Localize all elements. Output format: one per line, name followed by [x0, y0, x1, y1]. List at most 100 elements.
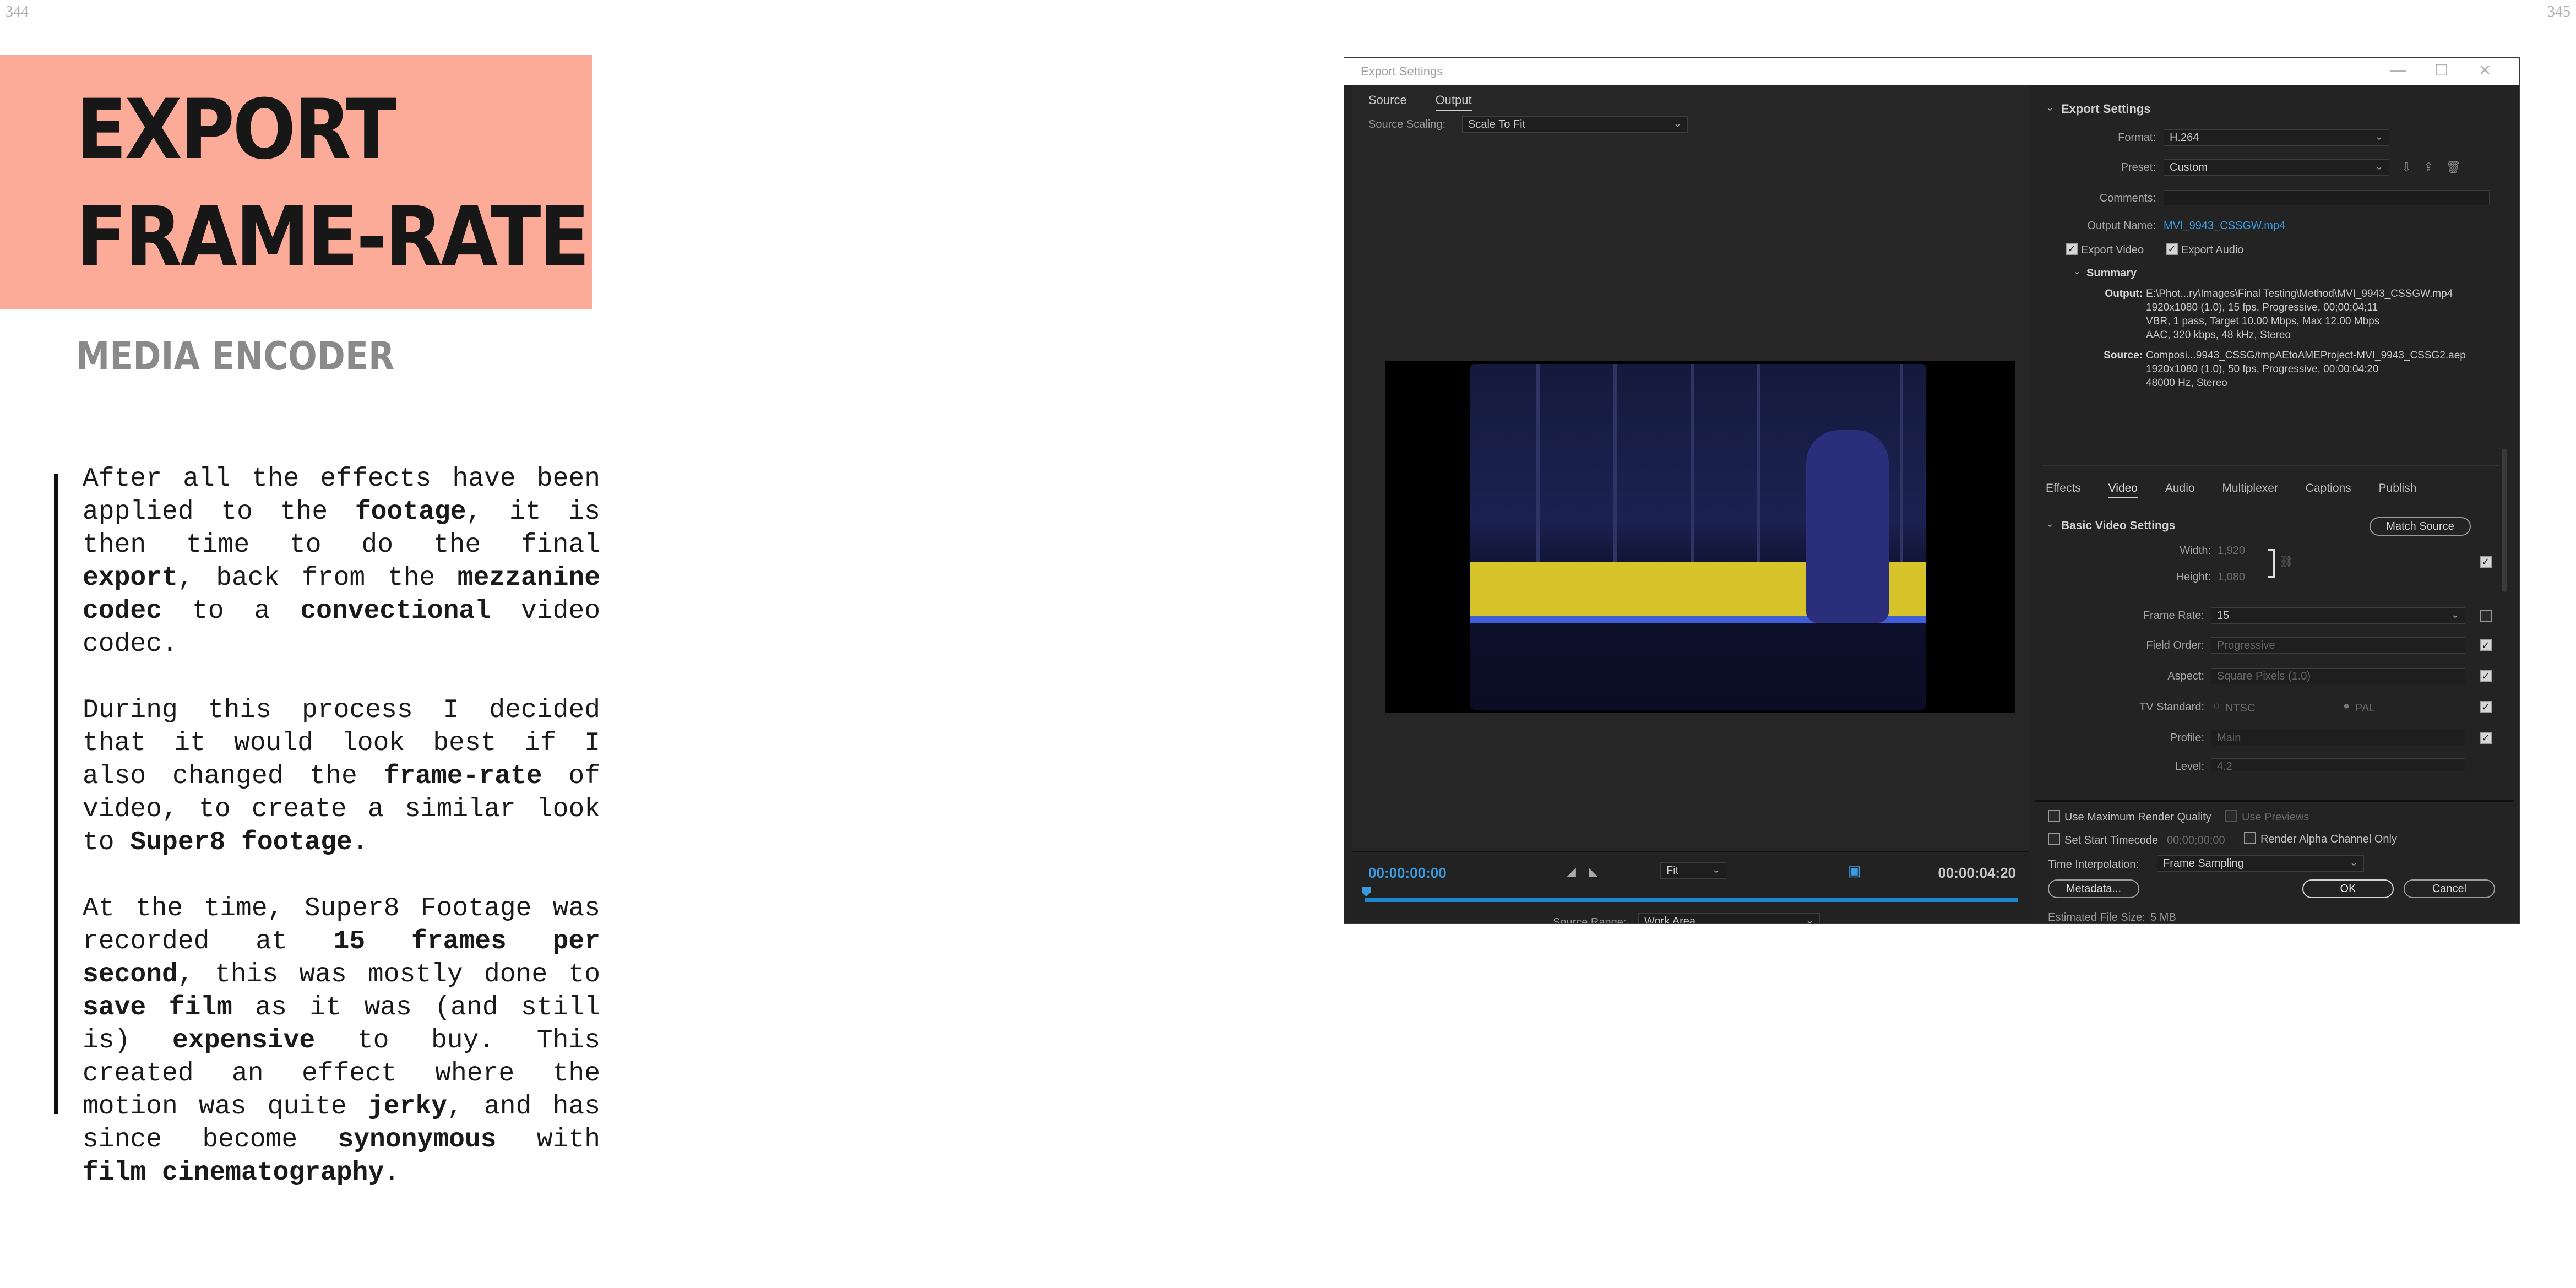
- preset-label: Preset:: [2121, 161, 2156, 173]
- tab-output[interactable]: Output: [1435, 93, 1472, 111]
- collapse-icon[interactable]: ⌄: [2046, 518, 2054, 530]
- import-preset-icon[interactable]: ⇪: [2423, 160, 2433, 175]
- bold-run: jerky: [367, 1092, 447, 1122]
- format-value: H.264: [2170, 132, 2199, 144]
- collapse-icon[interactable]: ⌄: [2046, 102, 2054, 113]
- alpha-only-checkbox[interactable]: [2244, 832, 2256, 844]
- profile-select[interactable]: Main: [2211, 730, 2465, 746]
- field-order-checkbox[interactable]: ✓: [2480, 639, 2492, 651]
- playhead[interactable]: [1362, 887, 1371, 896]
- start-timecode-value[interactable]: 00;00;00;00: [2167, 834, 2225, 847]
- time-interpolation-select[interactable]: Frame Sampling ⌄: [2157, 855, 2364, 872]
- paragraph: During this process I decided that it wo…: [83, 694, 600, 859]
- maximize-icon[interactable]: ☐: [2434, 61, 2448, 79]
- aspect-label: Aspect:: [2167, 670, 2204, 682]
- delete-preset-icon[interactable]: 🗑: [2445, 160, 2461, 175]
- set-start-timecode-checkbox[interactable]: [2048, 833, 2060, 845]
- settings-tabs: Effects Video Audio Multiplexer Captions…: [2046, 482, 2441, 498]
- use-previews-checkbox[interactable]: [2225, 810, 2237, 822]
- export-video-checkbox[interactable]: ✓: [2066, 243, 2078, 255]
- tv-standard-checkbox[interactable]: ✓: [2480, 701, 2492, 713]
- timeline-track[interactable]: [1365, 898, 2018, 902]
- tab-effects[interactable]: Effects: [2046, 482, 2081, 497]
- mark-in-icon[interactable]: ◢: [1567, 865, 1576, 879]
- ok-button[interactable]: OK: [2302, 879, 2394, 898]
- height-label: Height:: [2176, 571, 2211, 583]
- profile-checkbox[interactable]: ✓: [2480, 732, 2492, 744]
- bold-run: expensive: [172, 1026, 316, 1056]
- tv-standard-label: TV Standard:: [2139, 701, 2204, 713]
- format-label: Format:: [2118, 132, 2156, 144]
- chevron-down-icon: ⌄: [1673, 118, 1682, 129]
- tab-audio[interactable]: Audio: [2165, 482, 2195, 497]
- heading-line-1: EXPORT: [76, 82, 396, 178]
- export-settings-dialog: Export Settings — ☐ ✕ Source Output Sour…: [1344, 57, 2520, 924]
- size-match-checkbox[interactable]: ✓: [2480, 556, 2492, 568]
- metadata-button[interactable]: Metadata...: [2048, 879, 2139, 898]
- comments-input[interactable]: [2164, 190, 2490, 205]
- settings-scrollbar[interactable]: [2502, 449, 2507, 592]
- paragraph: At the time, Super8 Footage was recorded…: [83, 892, 600, 1189]
- width-value[interactable]: 1,920: [2218, 545, 2245, 557]
- current-timecode[interactable]: 00:00:00:00: [1368, 865, 1447, 882]
- frame-rate-value: 15: [2217, 610, 2230, 622]
- video-preview: [1385, 361, 2015, 713]
- preview-pane: Source Output Source Scaling: Scale To F…: [1352, 85, 2029, 924]
- aspect-toggle-icon[interactable]: ▣: [1847, 862, 1861, 879]
- minimize-icon[interactable]: —: [2390, 61, 2406, 79]
- source-range-select[interactable]: Work Area ⌄: [1638, 913, 1820, 923]
- title-block: EXPORT FRAME-RATE: [0, 55, 592, 309]
- frame-rate-match-checkbox[interactable]: [2480, 610, 2492, 622]
- text-run: .: [384, 1158, 400, 1188]
- preset-select[interactable]: Custom ⌄: [2164, 159, 2389, 176]
- source-scaling-select[interactable]: Scale To Fit ⌄: [1462, 116, 1688, 133]
- tab-captions[interactable]: Captions: [2306, 482, 2351, 497]
- cancel-button[interactable]: Cancel: [2404, 879, 2495, 898]
- time-interpolation-label: Time Interpolation:: [2048, 858, 2139, 871]
- source-range-label: Source Range:: [1553, 916, 1627, 924]
- summary-output-lines: E:\Phot...ry\Images\Final Testing\Method…: [2146, 288, 2453, 341]
- zoom-select[interactable]: Fit ⌄: [1660, 862, 1726, 879]
- max-render-quality-label: Use Maximum Render Quality: [2064, 811, 2211, 823]
- bold-run: save film: [83, 993, 232, 1023]
- summary-collapse-icon[interactable]: ⌄: [2073, 266, 2080, 277]
- chevron-down-icon: ⌄: [2450, 609, 2459, 620]
- tab-video[interactable]: Video: [2108, 482, 2138, 498]
- match-source-button[interactable]: Match Source: [2370, 517, 2471, 536]
- chain-link-icon[interactable]: ⛓: [2279, 555, 2293, 568]
- mark-out-icon[interactable]: ◣: [1589, 865, 1598, 879]
- close-icon[interactable]: ✕: [2479, 61, 2491, 79]
- summary-source-lines: Composi...9943_CSSG/tmpAEtoAMEProject-MV…: [2146, 350, 2466, 389]
- level-value: 4.2: [2217, 760, 2232, 771]
- use-previews-label: Use Previews: [2242, 811, 2309, 823]
- height-value[interactable]: 1,080: [2218, 571, 2245, 584]
- field-order-select[interactable]: Progressive: [2211, 637, 2465, 654]
- format-select[interactable]: H.264 ⌄: [2164, 129, 2389, 146]
- pal-radio[interactable]: ●: [2343, 700, 2350, 713]
- export-audio-checkbox[interactable]: ✓: [2166, 243, 2178, 255]
- tab-source[interactable]: Source: [1368, 93, 1407, 110]
- text-run: with: [496, 1125, 600, 1155]
- level-select[interactable]: 4.2: [2211, 758, 2465, 771]
- tab-publish[interactable]: Publish: [2379, 482, 2417, 497]
- source-output-tabs: Source Output: [1368, 93, 1497, 111]
- output-name-link[interactable]: MVI_9943_CSSGW.mp4: [2164, 220, 2285, 232]
- tab-multiplexer[interactable]: Multiplexer: [2222, 482, 2278, 497]
- max-render-quality-checkbox[interactable]: [2048, 810, 2060, 822]
- ntsc-radio[interactable]: ○: [2213, 700, 2220, 713]
- bold-run: convectional: [300, 596, 491, 626]
- frame-rate-select[interactable]: 15 ⌄: [2211, 607, 2465, 624]
- summary-source-label: Source:: [2104, 350, 2143, 361]
- aspect-select[interactable]: Square Pixels (1.0): [2211, 668, 2465, 684]
- link-bracket: [2268, 549, 2275, 578]
- settings-pane: ⌄ Export Settings Format: H.264 ⌄ Preset…: [2035, 85, 2514, 923]
- aspect-checkbox[interactable]: ✓: [2480, 670, 2492, 682]
- paragraph: After all the effects have been applied …: [83, 463, 600, 661]
- time-interpolation-value: Frame Sampling: [2163, 857, 2244, 869]
- chevron-down-icon: ⌄: [1711, 864, 1720, 875]
- pal-label: PAL: [2355, 702, 2376, 714]
- bold-run: Super8 footage: [130, 828, 352, 857]
- save-preset-icon[interactable]: ⇩: [2401, 160, 2411, 175]
- zoom-value: Fit: [1666, 865, 1679, 877]
- text-run: , this was mostly done to: [177, 960, 600, 990]
